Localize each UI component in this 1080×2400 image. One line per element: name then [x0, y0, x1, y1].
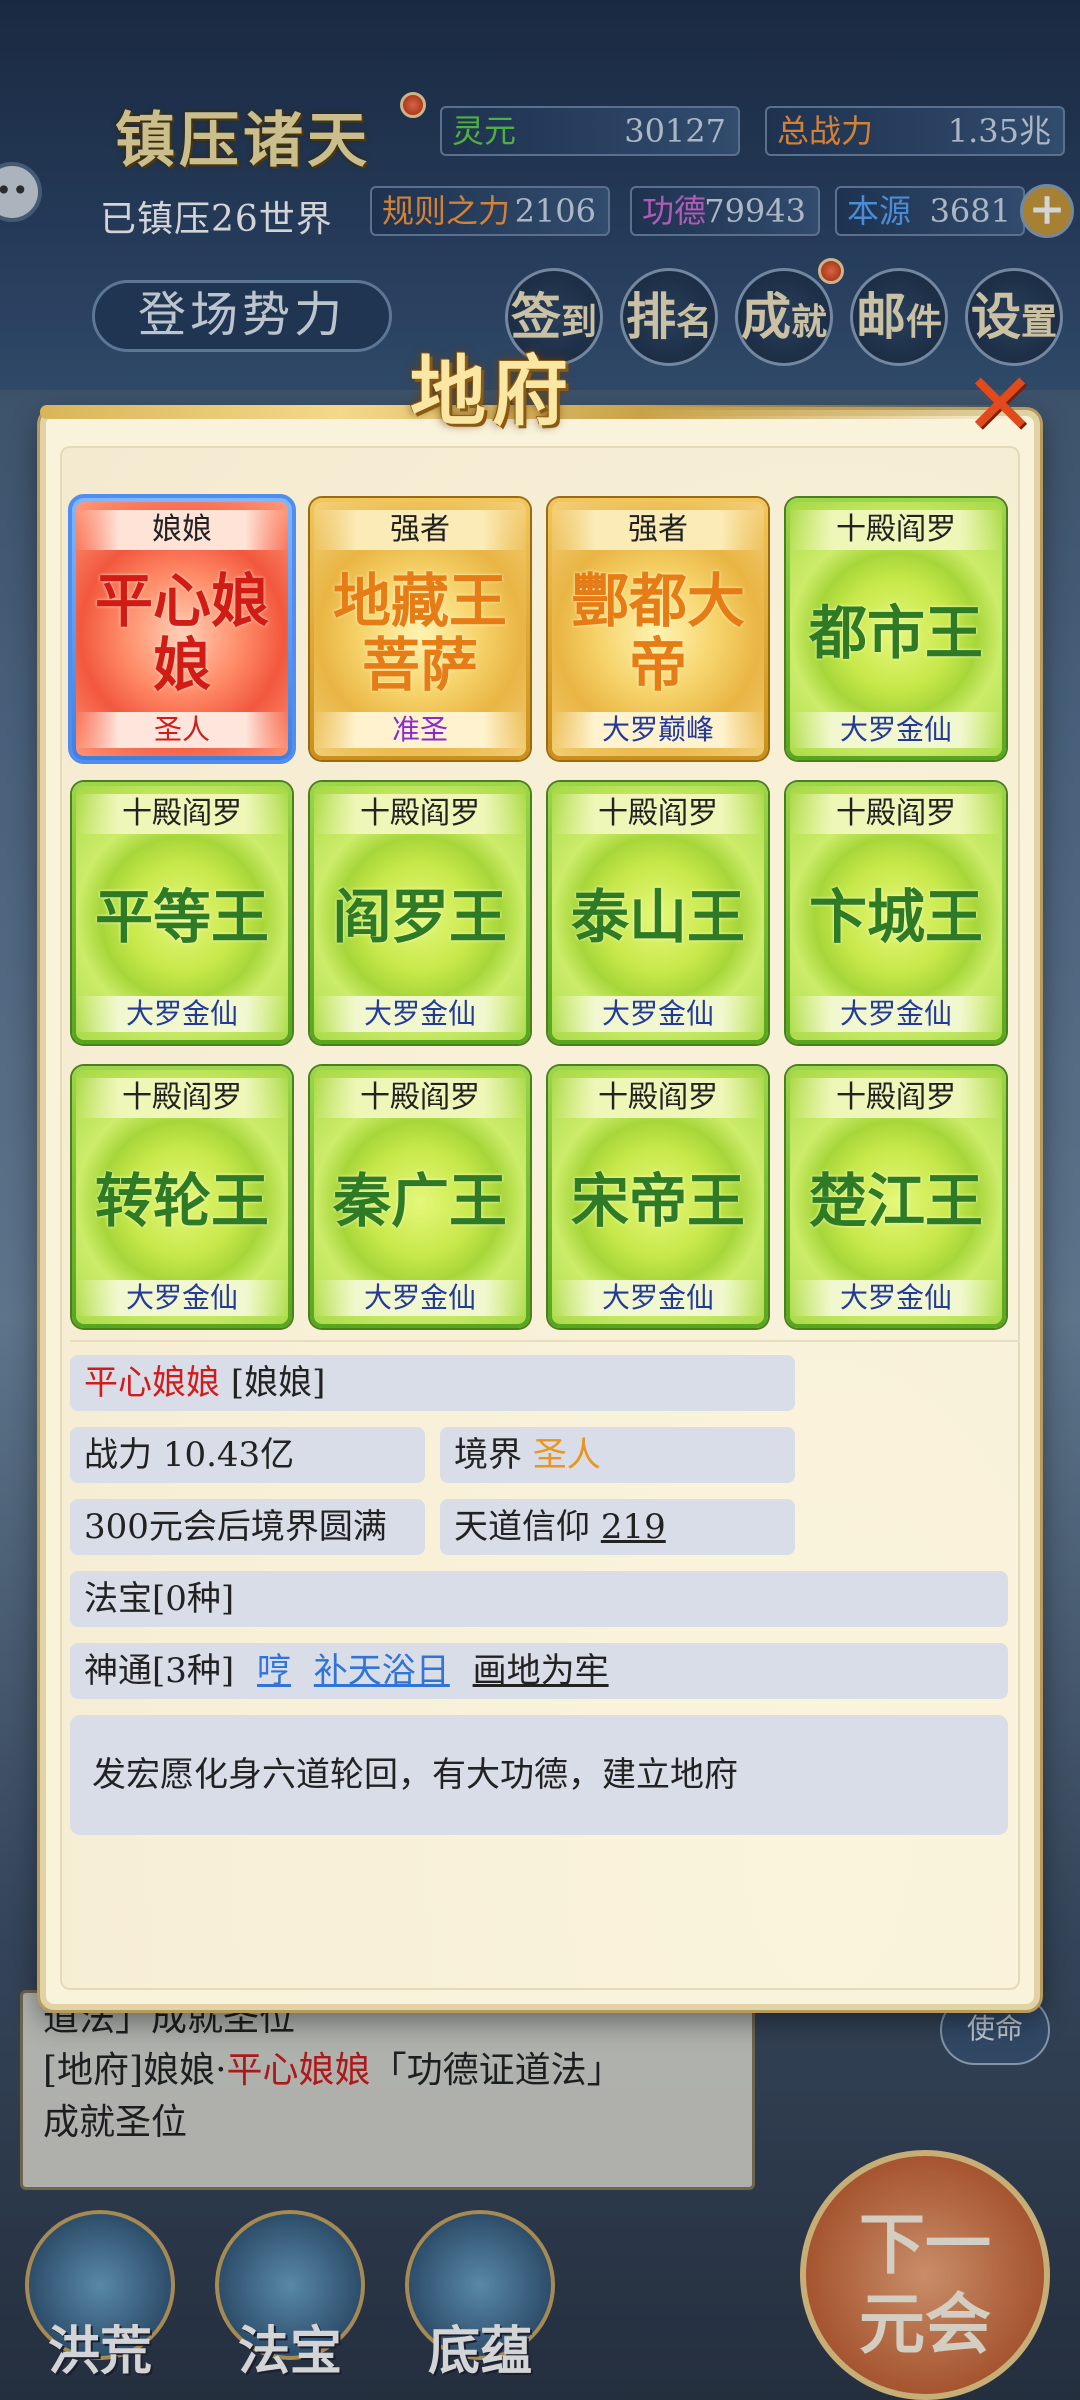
detail-tag: [娘娘] [230, 1363, 326, 1403]
card-face: 十殿阎罗泰山王大罗金仙 [552, 786, 764, 1040]
card-rank: 大罗金仙 [552, 996, 764, 1032]
card-name: 阎罗王 [332, 883, 507, 951]
card-name: 都市王 [808, 599, 983, 667]
card-category: 十殿阎罗 [314, 1078, 526, 1118]
card-face: 十殿阎罗阎罗王大罗金仙 [314, 786, 526, 1040]
ability-link[interactable]: 画地为牢 [473, 1651, 609, 1691]
card-rank: 大罗金仙 [790, 712, 1002, 748]
card-name: 秦广王 [332, 1167, 507, 1235]
card-category: 十殿阎罗 [76, 794, 288, 834]
card-face: 十殿阎罗宋帝王大罗金仙 [552, 1070, 764, 1324]
card-category: 十殿阎罗 [552, 794, 764, 834]
card-category: 十殿阎罗 [314, 794, 526, 834]
character-card[interactable]: 强者 地藏王菩萨 准圣 [310, 498, 530, 760]
detail-power-row: 战力 10.43亿 [70, 1427, 425, 1483]
card-name: 酆都大帝 [570, 567, 745, 699]
card-rank: 大罗金仙 [790, 996, 1002, 1032]
faith-value[interactable]: 219 [601, 1507, 666, 1547]
card-category: 十殿阎罗 [790, 1078, 1002, 1118]
detail-name-row: 平心娘娘 [娘娘] [70, 1355, 795, 1411]
card-face: 强者酆都大帝大罗巅峰 [552, 502, 764, 756]
card-name: 楚江王 [808, 1167, 983, 1235]
card-face: 十殿阎罗都市王大罗金仙 [790, 502, 1002, 756]
card-category: 十殿阎罗 [790, 794, 1002, 834]
card-rank: 大罗巅峰 [552, 712, 764, 748]
detail-realm-row: 境界 圣人 [440, 1427, 795, 1483]
card-category: 娘娘 [76, 510, 288, 550]
card-face: 十殿阎罗秦广王大罗金仙 [314, 1070, 526, 1324]
detail-abilities-row: 神通[3种] 哼 补天浴日 画地为牢 [70, 1643, 1008, 1699]
card-face: 十殿阎罗卞城王大罗金仙 [790, 786, 1002, 1040]
character-card[interactable]: 十殿阎罗转轮王大罗金仙 [72, 1066, 292, 1328]
card-rank: 大罗金仙 [314, 996, 526, 1032]
card-name: 平心娘娘 [94, 567, 269, 699]
card-rank: 大罗金仙 [790, 1280, 1002, 1316]
card-name: 地藏王菩萨 [332, 567, 507, 699]
character-card[interactable]: 十殿阎罗楚江王大罗金仙 [786, 1066, 1006, 1328]
card-rank: 圣人 [76, 712, 288, 748]
detail-name: 平心娘娘 [84, 1363, 220, 1403]
card-face: 娘娘 平心娘娘 圣人 [76, 502, 288, 756]
power-value: 10.43亿 [162, 1435, 295, 1475]
ability-link[interactable]: 补天浴日 [314, 1651, 450, 1691]
close-icon[interactable]: ✕ [960, 362, 1040, 448]
realm-value: 圣人 [532, 1435, 601, 1475]
character-card[interactable]: 强者酆都大帝大罗巅峰 [548, 498, 768, 760]
detail-treasure-row: 法宝[0种] [70, 1571, 1008, 1627]
detail-faith-row: 天道信仰 219 [440, 1499, 795, 1555]
character-card[interactable]: 十殿阎罗秦广王大罗金仙 [310, 1066, 530, 1328]
card-rank: 大罗金仙 [76, 996, 288, 1032]
card-category: 强者 [314, 510, 526, 550]
character-card[interactable]: 十殿阎罗宋帝王大罗金仙 [548, 1066, 768, 1328]
ability-link[interactable]: 哼 [257, 1651, 291, 1691]
card-rank: 准圣 [314, 712, 526, 748]
card-face: 强者 地藏王菩萨 准圣 [314, 502, 526, 756]
character-card[interactable]: 十殿阎罗都市王大罗金仙 [786, 498, 1006, 760]
detail-description: 发宏愿化身六道轮回，有大功德，建立地府 [70, 1715, 1008, 1835]
card-face: 十殿阎罗平等王大罗金仙 [76, 786, 288, 1040]
card-name: 泰山王 [570, 883, 745, 951]
card-rank: 大罗金仙 [314, 1280, 526, 1316]
card-name: 宋帝王 [570, 1167, 745, 1235]
card-category: 十殿阎罗 [790, 510, 1002, 550]
card-name: 卞城王 [808, 883, 983, 951]
character-card[interactable]: 十殿阎罗平等王大罗金仙 [72, 782, 292, 1044]
divider [70, 1340, 1020, 1342]
character-card[interactable]: 十殿阎罗阎罗王大罗金仙 [310, 782, 530, 1044]
card-category: 十殿阎罗 [76, 1078, 288, 1118]
card-face: 十殿阎罗楚江王大罗金仙 [790, 1070, 1002, 1324]
character-card[interactable]: 十殿阎罗卞城王大罗金仙 [786, 782, 1006, 1044]
card-rank: 大罗金仙 [552, 1280, 764, 1316]
detail-perfection-row: 300元会后境界圆满 [70, 1499, 425, 1555]
card-name: 转轮王 [94, 1167, 269, 1235]
card-category: 十殿阎罗 [552, 1078, 764, 1118]
card-name: 平等王 [94, 883, 269, 951]
card-category: 强者 [552, 510, 764, 550]
modal-title: 地府 [410, 347, 574, 436]
character-card[interactable]: 娘娘 平心娘娘 圣人 [68, 494, 296, 764]
card-rank: 大罗金仙 [76, 1280, 288, 1316]
character-card[interactable]: 十殿阎罗泰山王大罗金仙 [548, 782, 768, 1044]
card-face: 十殿阎罗转轮王大罗金仙 [76, 1070, 288, 1324]
